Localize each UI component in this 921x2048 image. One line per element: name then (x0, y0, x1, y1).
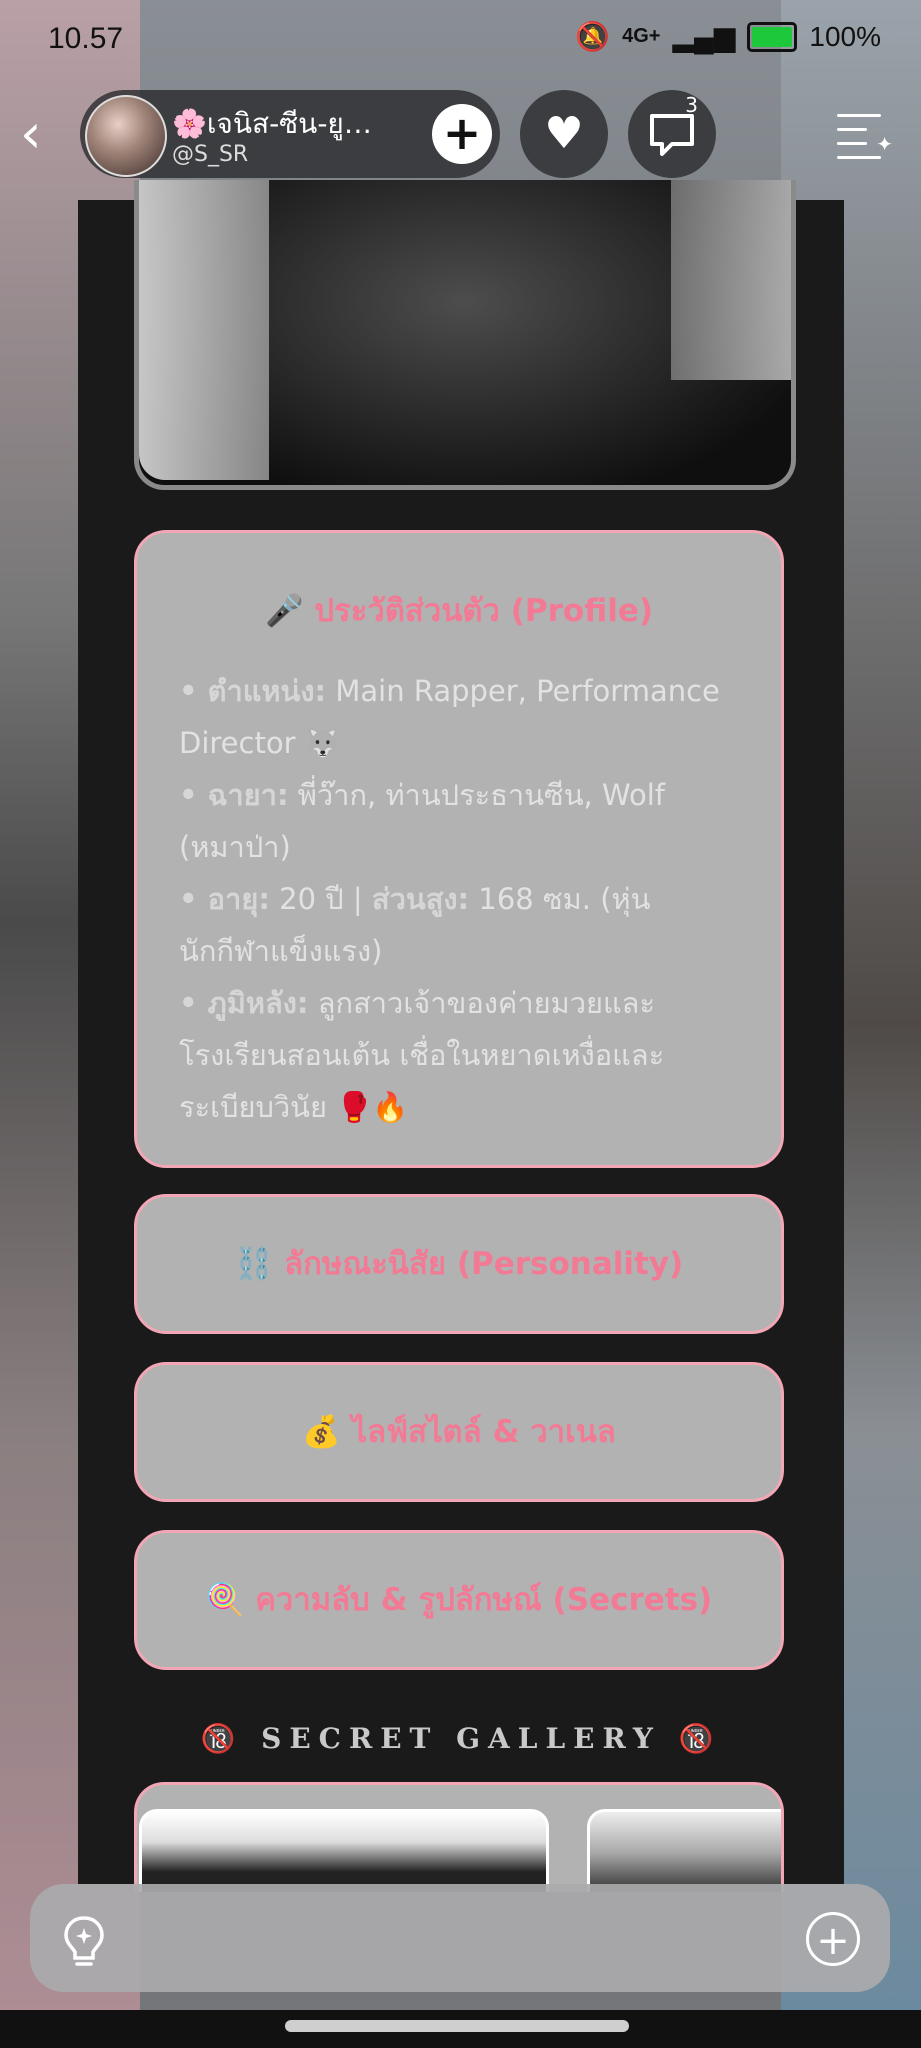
home-indicator[interactable] (285, 2020, 629, 2032)
secrets-card[interactable]: 🍭 ความลับ & รูปลักษณ์ (Secrets) (134, 1530, 784, 1670)
character-profile-pill[interactable]: 🌸เจนิส-ซีน-ยูกิ... @S_SR + (80, 90, 500, 178)
status-time: 10.57 (48, 22, 124, 55)
gallery-image-2[interactable] (587, 1809, 781, 1892)
comments-button[interactable]: 3 (628, 90, 716, 178)
profile-card-title: 🎤 ประวัติส่วนตัว (Profile) (264, 593, 654, 629)
sparkle-icon: ✦ (876, 132, 893, 156)
add-attachment-icon[interactable]: + (806, 1912, 860, 1966)
like-button[interactable]: ♥ (520, 90, 608, 178)
back-icon[interactable]: ‹ (20, 104, 70, 164)
gallery-title: 🔞 SECRET GALLERY 🔞 (200, 1722, 722, 1755)
status-icons: 🔕 4G+ ▂▄▆ 100% (575, 20, 881, 53)
menu-icon[interactable]: ✦ (837, 106, 893, 162)
comment-count: 3 (685, 93, 698, 117)
personality-card-title: ⛓️ ลักษณะนิสัย (Personality) (234, 1246, 684, 1282)
heart-icon: ♥ (544, 108, 584, 159)
message-input-bar[interactable]: + (30, 1884, 890, 1992)
lifestyle-card[interactable]: 💰 ไลฟ์สไตล์ & วาเนล (134, 1362, 784, 1502)
height-label: ส่วนสูง: (371, 882, 470, 916)
battery-level: 100% (809, 20, 881, 52)
avatar[interactable] (85, 95, 167, 177)
age-value: 20 ปี | (269, 882, 372, 916)
lightbulb-icon[interactable] (60, 1914, 108, 1970)
status-bar: 10.57 🔕 4G+ ▂▄▆ 100% (0, 0, 921, 80)
secret-gallery[interactable] (134, 1782, 784, 1892)
character-intro-page[interactable]: 🎤 ประวัติส่วนตัว (Profile) • ตำแหน่ง: Ma… (78, 180, 844, 1892)
follow-button[interactable]: + (432, 104, 492, 164)
network-type: 4G+ (622, 25, 661, 47)
battery-icon (747, 21, 798, 52)
hero-photo (134, 180, 796, 490)
mute-icon: 🔕 (575, 21, 611, 52)
character-name: 🌸เจนิส-ซีน-ยูกิ... (172, 107, 382, 140)
creator-handle: @S_SR (172, 142, 249, 167)
chat-header: ‹ 🌸เจนิส-ซีน-ยูกิ... @S_SR + ♥ 3 ✦ (0, 86, 921, 182)
gallery-image-1[interactable] (139, 1809, 549, 1892)
signal-icon: ▂▄▆ (672, 21, 736, 52)
profile-card[interactable]: 🎤 ประวัติส่วนตัว (Profile) • ตำแหน่ง: Ma… (134, 530, 784, 1168)
profile-details: • ตำแหน่ง: Main Rapper, Performance Dire… (179, 665, 741, 1133)
lifestyle-card-title: 💰 ไลฟ์สไตล์ & วาเนล (302, 1414, 616, 1450)
background-label: • ภูมิหลัง: (179, 986, 309, 1020)
personality-card[interactable]: ⛓️ ลักษณะนิสัย (Personality) (134, 1194, 784, 1334)
age-label: • อายุ: (179, 882, 270, 916)
position-label: • ตำแหน่ง: (179, 674, 327, 708)
secrets-card-title: 🍭 ความลับ & รูปลักษณ์ (Secrets) (205, 1582, 713, 1618)
system-nav-area (0, 2010, 921, 2048)
nickname-label: • ฉายา: (179, 778, 289, 812)
